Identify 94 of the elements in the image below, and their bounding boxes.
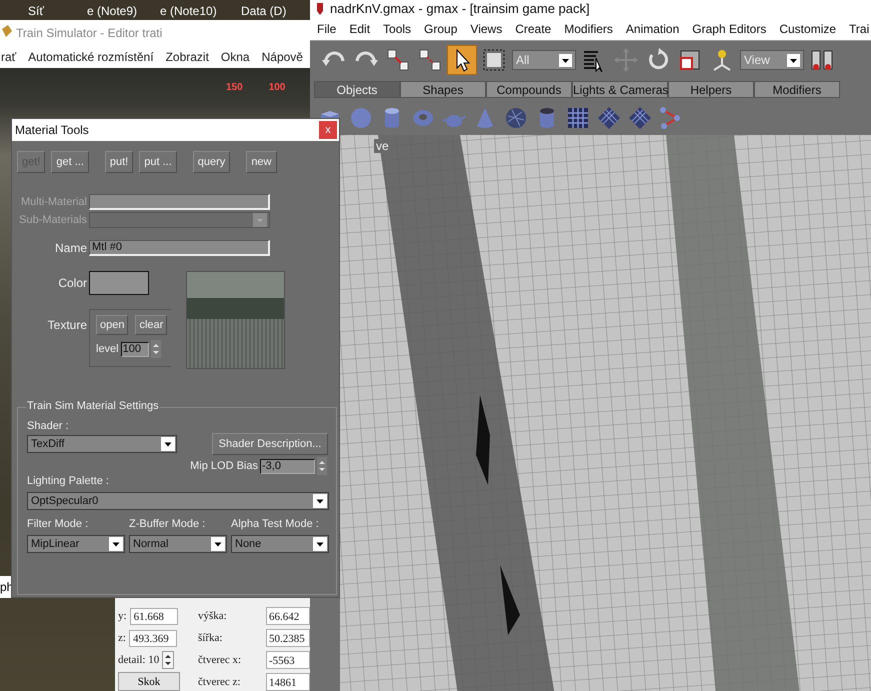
menu-item[interactable]: Tools — [383, 22, 412, 36]
mip-lod-bias-field[interactable]: -3,0 — [260, 458, 315, 474]
desktop-icon-label[interactable]: Data (D) — [241, 4, 286, 18]
caret-icon — [211, 537, 225, 551]
material-button[interactable]: get ... — [51, 151, 89, 173]
coord-field[interactable]: 50.2385 — [266, 629, 310, 647]
viewport-label: ve — [374, 139, 391, 153]
select-tool-icon[interactable] — [448, 46, 476, 74]
command-tab[interactable]: Shapes — [400, 81, 486, 98]
coord-label: čtverec x: — [198, 654, 242, 666]
desktop-icon-label[interactable]: e (Note10) — [160, 4, 217, 18]
menu-item[interactable]: Create — [515, 22, 552, 36]
material-button[interactable]: put ... — [139, 151, 177, 173]
field-label: Sub-Materials — [18, 214, 87, 226]
jump-button[interactable]: Skok — [118, 672, 180, 691]
field-label: Lighting Palette : — [27, 475, 110, 488]
window-title: nadrKnV.gmax - gmax - [trainsim game pack] — [330, 1, 590, 17]
desktop-icon-label[interactable]: Síť — [28, 4, 44, 18]
menu-item[interactable]: rať — [1, 50, 16, 64]
coord-field[interactable]: 61.668 — [130, 608, 178, 625]
scale-mark: 100 — [268, 82, 286, 93]
shader-dropdown[interactable]: TexDiff — [27, 435, 177, 453]
field-label: Texture — [46, 317, 87, 332]
menu-item[interactable]: Zobrazit — [166, 50, 209, 64]
coord-label: výška: — [198, 610, 227, 622]
menu-item[interactable]: Automatické rozmístění — [28, 50, 154, 64]
field-label: Shader : — [27, 420, 70, 433]
menu-item[interactable]: Edit — [349, 22, 370, 36]
viewport-drawing[interactable] — [340, 135, 871, 691]
dialog-title: Material Tools — [15, 123, 89, 137]
caret-icon — [787, 54, 800, 66]
command-tab[interactable]: Modifiers — [754, 81, 840, 98]
level-field[interactable]: 100 — [120, 342, 149, 356]
spinner-icon[interactable] — [162, 650, 174, 669]
open-button[interactable]: open — [96, 315, 128, 335]
name-field[interactable]: Mtl #0 — [89, 240, 270, 256]
menu-item[interactable]: Okna — [220, 50, 250, 64]
menu-item[interactable]: Trai — [849, 22, 870, 36]
field-label: Name — [54, 241, 87, 255]
desktop-icon-label[interactable]: e (Note9) — [87, 4, 138, 18]
coord-field[interactable]: 66.642 — [266, 607, 310, 625]
caret-icon — [559, 54, 572, 66]
command-tab[interactable]: Helpers — [668, 81, 754, 98]
grid-icon[interactable] — [566, 106, 590, 130]
field-label: Multi-Material — [20, 196, 87, 208]
coord-label: y: — [118, 610, 127, 622]
mode-dropdown[interactable]: MipLinear — [27, 535, 125, 553]
material-button[interactable]: put! — [104, 151, 134, 173]
coord-field[interactable]: 493.369 — [128, 630, 177, 647]
mode-dropdown[interactable]: None — [231, 535, 329, 553]
coord-field[interactable]: 14861 — [266, 673, 310, 691]
lighting-palette-dropdown[interactable]: OptSpecular0 — [27, 492, 329, 510]
field-label: level — [96, 343, 119, 355]
field-label: Filter Mode : — [27, 518, 90, 532]
shader-description-button[interactable]: Shader Description... — [212, 433, 328, 455]
multi-material-field[interactable] — [89, 194, 270, 210]
group-title: Train Sim Material Settings — [26, 400, 160, 412]
caret-icon — [313, 494, 327, 508]
color-swatch[interactable] — [89, 271, 149, 295]
coord-field[interactable]: -5563 — [266, 651, 310, 669]
field-label: Alpha Test Mode : — [231, 518, 320, 532]
menu-item[interactable]: Customize — [779, 22, 836, 36]
caret-icon — [253, 213, 267, 227]
plane-icon[interactable] — [628, 106, 652, 130]
coord-label: čtverec z: — [198, 676, 240, 688]
menu-item[interactable]: Nápově — [262, 50, 303, 64]
detail-label: detail: 10 — [118, 654, 160, 666]
menu-item[interactable]: Modifiers — [564, 22, 613, 36]
coord-label: z: — [118, 632, 126, 644]
window-title: Train Simulator - Editor trati — [16, 26, 162, 40]
caret-icon — [161, 437, 175, 451]
command-tab[interactable]: Compounds — [486, 81, 572, 98]
plane-icon[interactable] — [597, 106, 621, 130]
caret-icon — [109, 537, 123, 551]
menu-item[interactable]: File — [317, 22, 336, 36]
geosphere-icon[interactable] — [504, 106, 528, 130]
close-button[interactable]: x — [319, 121, 337, 139]
field-label: Z-Buffer Mode : — [129, 518, 206, 532]
coord-label: šířka: — [198, 632, 222, 644]
material-button[interactable]: query — [192, 151, 230, 173]
menu-item[interactable]: Graph Editors — [692, 22, 766, 36]
menu-item[interactable]: Group — [424, 22, 458, 36]
app-logo-icon — [316, 3, 324, 15]
menu-item[interactable]: Views — [470, 22, 502, 36]
command-tab[interactable]: Lights & Cameras — [572, 81, 668, 98]
clear-button[interactable]: clear — [135, 315, 168, 335]
caret-icon — [313, 537, 327, 551]
menu-item[interactable]: Animation — [626, 22, 680, 36]
mode-dropdown[interactable]: Normal — [129, 535, 227, 553]
field-label: Mip LOD Bias — [190, 460, 258, 472]
command-tab[interactable]: Objects — [314, 81, 400, 98]
scale-mark: 150 — [226, 82, 243, 93]
field-label: Color — [57, 276, 87, 290]
material-button[interactable]: new — [246, 151, 276, 173]
